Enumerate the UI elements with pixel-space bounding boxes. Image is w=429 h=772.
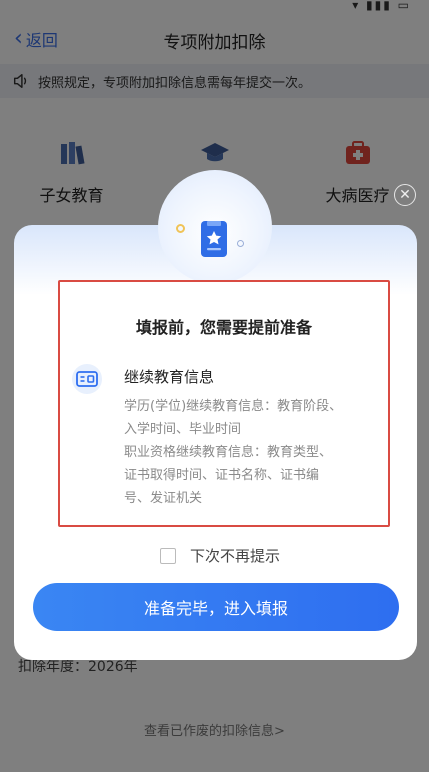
close-icon: ✕: [399, 187, 411, 203]
decor-circle: [237, 240, 244, 247]
certificate-icon: [201, 221, 227, 257]
start-filing-button[interactable]: 准备完毕，进入填报: [33, 583, 399, 631]
checkbox-label: 下次不再提示: [190, 547, 281, 565]
dont-show-again-checkbox[interactable]: [160, 547, 176, 564]
prep-info-panel: 填报前，您需要提前准备 继续教育信息 学历(学位)继续教育信息：教育阶段、入学时…: [58, 280, 390, 527]
dialog-title: 填报前，您需要提前准备: [135, 318, 312, 337]
close-button[interactable]: ✕: [394, 184, 416, 206]
id-card-icon: [72, 364, 102, 394]
info-title: 继续教育信息: [124, 368, 215, 386]
info-description: 学历(学位)继续教育信息：教育阶段、入学时间、毕业时间 职业资格继续教育信息：教…: [124, 399, 343, 506]
dont-show-again-option[interactable]: 下次不再提示: [160, 545, 280, 566]
decor-circle: [176, 224, 185, 233]
